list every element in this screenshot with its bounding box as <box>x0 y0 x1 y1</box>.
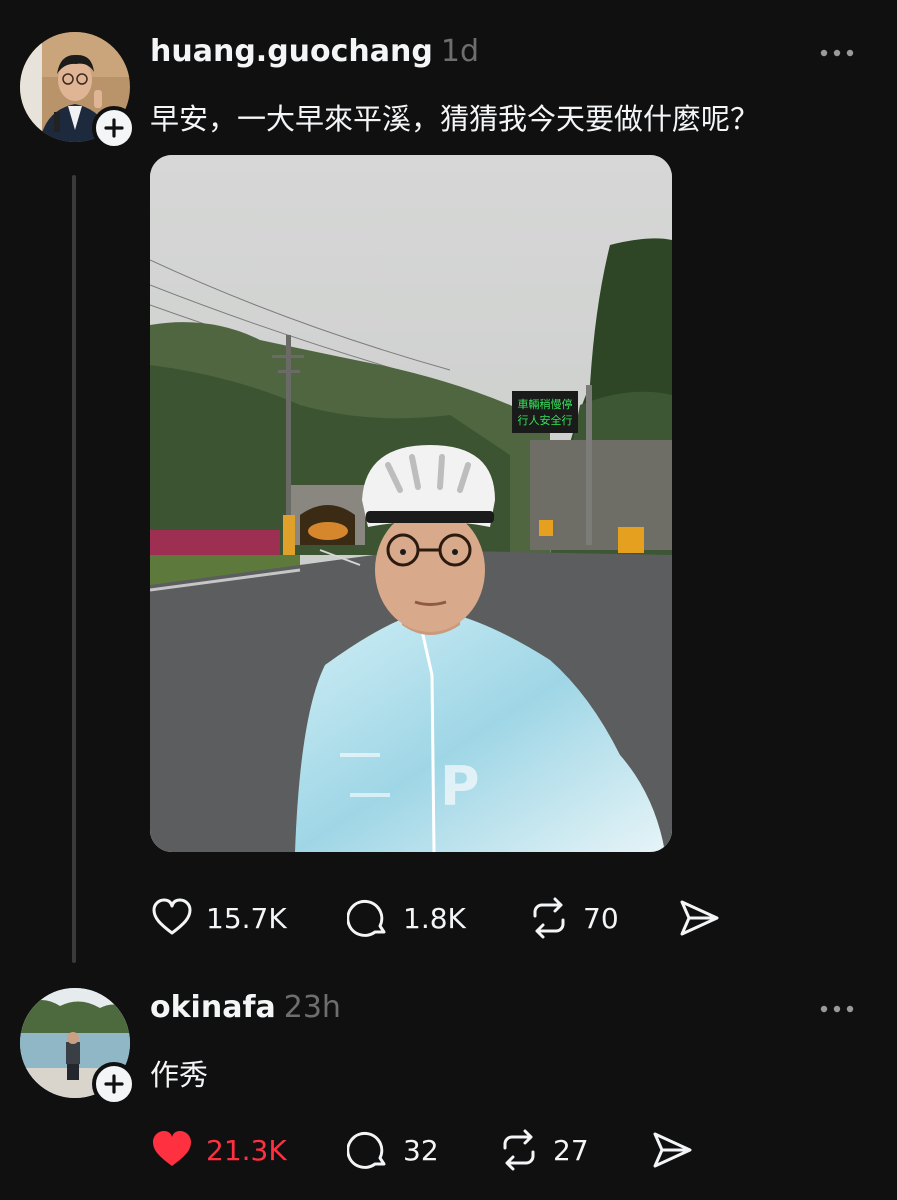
repost-count: 27 <box>553 1133 589 1167</box>
main-post: huang.guochang1d 早安，一大早來平溪，猜猜我今天要做什麼呢？ <box>0 0 897 970</box>
plus-icon <box>104 1074 124 1094</box>
comment-icon <box>347 1131 386 1169</box>
repost-icon <box>503 1129 535 1171</box>
like-count: 21.3K <box>206 1133 287 1167</box>
like-button[interactable]: 15.7K <box>150 896 287 940</box>
reply-time: 23h <box>283 990 341 1025</box>
reply-count: 1.8K <box>403 901 466 935</box>
reply-count: 32 <box>403 1133 439 1167</box>
like-button[interactable]: 21.3K <box>150 1128 287 1172</box>
heart-filled-icon <box>153 1131 191 1166</box>
more-options-icon[interactable] <box>818 1002 858 1016</box>
username[interactable]: huang.guochang <box>150 34 433 69</box>
share-button[interactable] <box>650 1128 694 1172</box>
send-icon <box>680 900 719 936</box>
comment-icon <box>347 899 386 937</box>
post-author[interactable]: huang.guochang 1d <box>150 34 479 69</box>
username[interactable]: okinafa <box>150 990 276 1025</box>
sign-text-2: 行人安全行 <box>518 413 573 427</box>
send-icon <box>653 1132 692 1168</box>
share-button[interactable] <box>677 896 721 940</box>
repost-icon <box>533 897 565 939</box>
reply-text: 作秀 <box>150 1058 209 1092</box>
repost-count: 70 <box>583 901 619 935</box>
like-count: 15.7K <box>206 901 287 935</box>
sign-text-1: 車輛稍慢停 <box>518 397 573 411</box>
thread-line <box>72 175 76 963</box>
post-image[interactable]: 車輛稍慢停 行人安全行 P <box>150 155 672 852</box>
repost-button[interactable]: 27 <box>497 1128 589 1172</box>
follow-button[interactable] <box>92 1062 136 1106</box>
svg-text:P: P <box>440 755 480 818</box>
repost-button[interactable]: 70 <box>527 896 619 940</box>
reply-button[interactable]: 1.8K <box>347 896 466 940</box>
plus-icon <box>104 118 124 138</box>
post-time: 1d <box>440 34 479 69</box>
heart-icon <box>152 898 192 935</box>
post-text: 早安，一大早來平溪，猜猜我今天要做什麼呢？ <box>150 102 760 136</box>
reply-post: okinafa 23h 作秀 21.3K 32 27 <box>0 970 897 1200</box>
more-options-icon[interactable] <box>818 46 858 60</box>
reply-author[interactable]: okinafa 23h <box>150 990 341 1025</box>
reply-button[interactable]: 32 <box>347 1128 439 1172</box>
follow-button[interactable] <box>92 106 136 150</box>
